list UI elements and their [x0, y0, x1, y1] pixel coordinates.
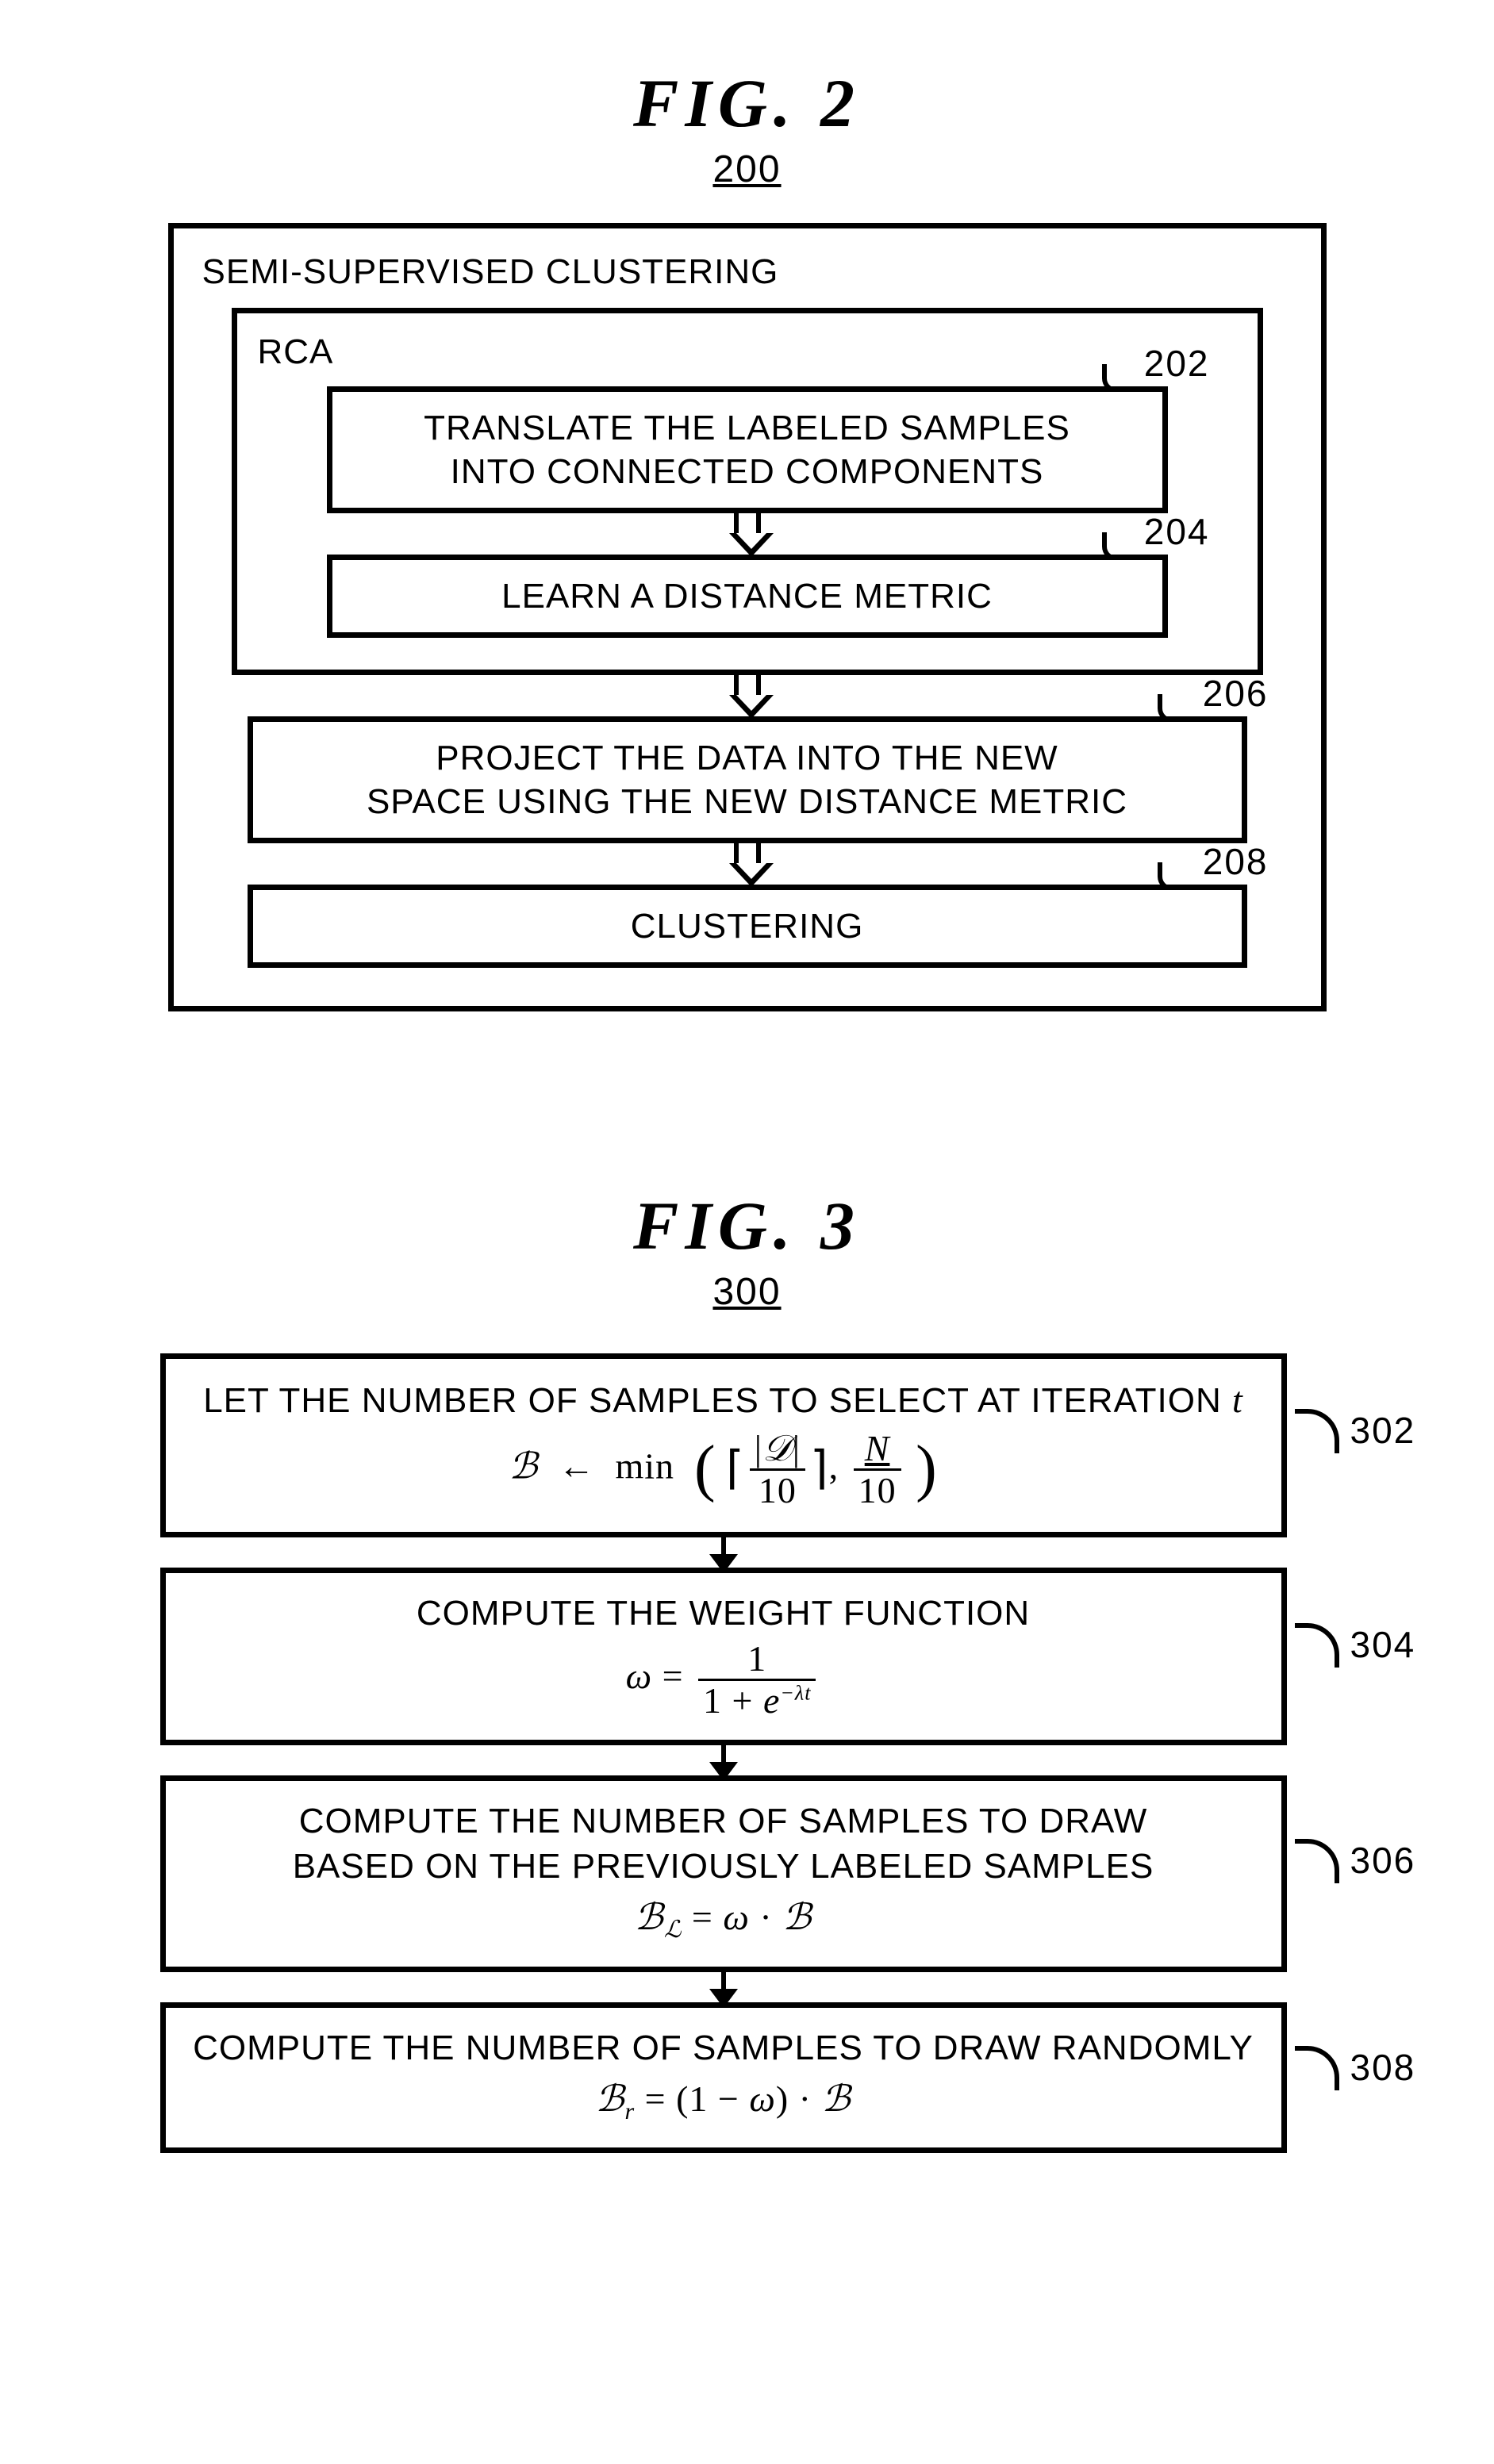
figure-2-title: FIG. 2 — [152, 63, 1342, 143]
step-302-line1: LET THE NUMBER OF SAMPLES TO SELECT AT I… — [182, 1376, 1265, 1424]
step-306: COMPUTE THE NUMBER OF SAMPLES TO DRAW BA… — [160, 1775, 1287, 1972]
ref-304: 304 — [1350, 1623, 1416, 1666]
ref-hook-icon — [1295, 2046, 1339, 2090]
figure-2-number: 200 — [152, 148, 1342, 191]
ref-hook-icon — [1295, 1409, 1339, 1453]
page: FIG. 2 200 SEMI-SUPERVISED CLUSTERING RC… — [0, 0, 1494, 2464]
outer-box-title: SEMI-SUPERVISED CLUSTERING — [202, 252, 1297, 292]
step-306-formula: ℬℒ = ω · ℬ — [182, 1894, 1265, 1945]
step-306-line1: COMPUTE THE NUMBER OF SAMPLES TO DRAW — [182, 1798, 1265, 1844]
step-202-text: TRANSLATE THE LABELED SAMPLES INTO CONNE… — [424, 409, 1070, 491]
step-308-formula: ℬr = (1 − ω) · ℬ — [182, 2075, 1265, 2127]
step-302-formula: ℬ ← min ( ⌈|𝒟|10⌉, N10 ) — [182, 1429, 1265, 1511]
ref-204: 204 — [1144, 510, 1210, 553]
figure-3: FIG. 3 300 LET THE NUMBER OF SAMPLES TO … — [113, 1186, 1382, 2153]
ref-hook-icon — [1295, 1839, 1339, 1883]
step-306-line2: BASED ON THE PREVIOUSLY LABELED SAMPLES — [182, 1844, 1265, 1889]
figure-2: FIG. 2 200 SEMI-SUPERVISED CLUSTERING RC… — [152, 63, 1342, 1011]
step-206: PROJECT THE DATA INTO THE NEW SPACE USIN… — [248, 716, 1247, 843]
var-t: t — [1232, 1380, 1243, 1420]
step-302: LET THE NUMBER OF SAMPLES TO SELECT AT I… — [160, 1353, 1287, 1537]
ref-308: 308 — [1350, 2046, 1416, 2089]
rca-box: RCA 202 TRANSLATE THE LABELED SAMPLES IN… — [232, 308, 1263, 675]
step-204: LEARN A DISTANCE METRIC — [327, 555, 1168, 638]
figure-3-number: 300 — [113, 1270, 1382, 1314]
arrow-icon — [729, 673, 766, 719]
step-302-text: LET THE NUMBER OF SAMPLES TO SELECT AT I… — [203, 1381, 1232, 1420]
step-308-line1: COMPUTE THE NUMBER OF SAMPLES TO DRAW RA… — [182, 2025, 1265, 2071]
arrow-icon — [721, 1970, 726, 2005]
ref-206: 206 — [1203, 672, 1269, 715]
semi-supervised-clustering-box: SEMI-SUPERVISED CLUSTERING RCA 202 TRANS… — [168, 223, 1327, 1011]
step-304: COMPUTE THE WEIGHT FUNCTION ω = 1 1 + e−… — [160, 1568, 1287, 1745]
ref-208: 208 — [1203, 840, 1269, 883]
figure-3-title: FIG. 3 — [113, 1186, 1382, 1265]
step-204-text: LEARN A DISTANCE METRIC — [501, 577, 993, 616]
ref-302: 302 — [1350, 1409, 1416, 1452]
step-308: COMPUTE THE NUMBER OF SAMPLES TO DRAW RA… — [160, 2002, 1287, 2153]
arrow-icon — [721, 1743, 726, 1778]
arrow-icon — [729, 841, 766, 887]
ref-306: 306 — [1350, 1839, 1416, 1882]
arrow-icon — [729, 511, 766, 557]
arrow-icon — [721, 1535, 726, 1570]
ref-202: 202 — [1144, 342, 1210, 385]
step-202: TRANSLATE THE LABELED SAMPLES INTO CONNE… — [327, 386, 1168, 513]
step-304-formula: ω = 1 1 + e−λt — [182, 1641, 1265, 1719]
step-304-line1: COMPUTE THE WEIGHT FUNCTION — [182, 1591, 1265, 1636]
step-206-text: PROJECT THE DATA INTO THE NEW SPACE USIN… — [367, 739, 1127, 821]
ref-hook-icon — [1295, 1623, 1339, 1668]
step-208-text: CLUSTERING — [631, 907, 864, 946]
step-208: CLUSTERING — [248, 885, 1247, 968]
